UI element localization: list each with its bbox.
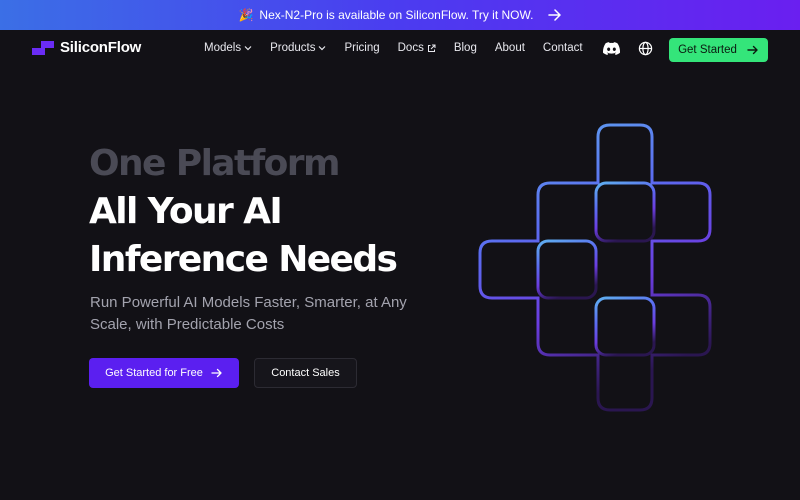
nav-icon-group [603,41,653,61]
announcement-banner[interactable]: 🎉 Nex-N2-Pro is available on SiliconFlow… [0,0,800,30]
external-link-icon [427,44,436,52]
brand-logo[interactable]: SiliconFlow [32,39,141,56]
contact-sales-button[interactable]: Contact Sales [254,358,357,388]
discord-icon[interactable] [603,42,621,60]
hero-title-line-2: All Your AI [89,191,283,232]
nav-item-blog[interactable]: Blog [454,42,477,54]
hero-title-line-1: One Platform [89,143,340,184]
nav-item-products[interactable]: Products [270,42,326,54]
chevron-down-icon [244,46,252,51]
globe-icon[interactable] [638,41,653,61]
get-started-button[interactable]: Get Started [669,38,768,62]
hero-subtitle: Run Powerful AI Models Faster, Smarter, … [90,294,407,333]
nav-item-label: About [494,42,525,54]
nav-item-contact[interactable]: Contact [543,42,583,54]
party-emoji: 🎉 [238,8,254,22]
announcement-text: Nex-N2-Pro is available on SiliconFlow. … [259,8,534,22]
arrow-right-icon [547,9,562,21]
nav-item-about[interactable]: About [495,42,525,54]
get-started-free-label: Get Started for Free [105,367,203,379]
get-started-label: Get Started [678,44,737,56]
nav-item-label: Models [204,42,242,54]
arrow-right-icon [747,45,758,55]
nav-item-pricing[interactable]: Pricing [344,42,379,54]
hero-title: One Platform All Your AI Inference Needs [89,140,398,284]
chevron-down-icon [319,46,326,51]
nav-item-label: Blog [453,42,477,54]
nav-links: Models Products Pricing Docs Blog About … [204,42,583,54]
nav-item-docs[interactable]: Docs [398,42,436,54]
nav-item-label: Pricing [344,42,380,54]
nav-item-models[interactable]: Models [204,42,252,54]
get-started-free-button[interactable]: Get Started for Free [89,358,239,388]
contact-sales-label: Contact Sales [271,367,340,379]
hero-title-line-3: Inference Needs [89,239,398,280]
arrow-right-icon [211,368,222,378]
top-navigation: SiliconFlow Models Products Pricing Docs… [0,30,800,70]
siliconflow-logo-icon [32,40,54,55]
nav-item-label: Docs [397,42,424,54]
brand-name: SiliconFlow [60,39,142,56]
nav-item-label: Products [270,42,316,54]
nav-item-label: Contact [542,42,583,54]
hero-grid-graphic [478,123,712,412]
